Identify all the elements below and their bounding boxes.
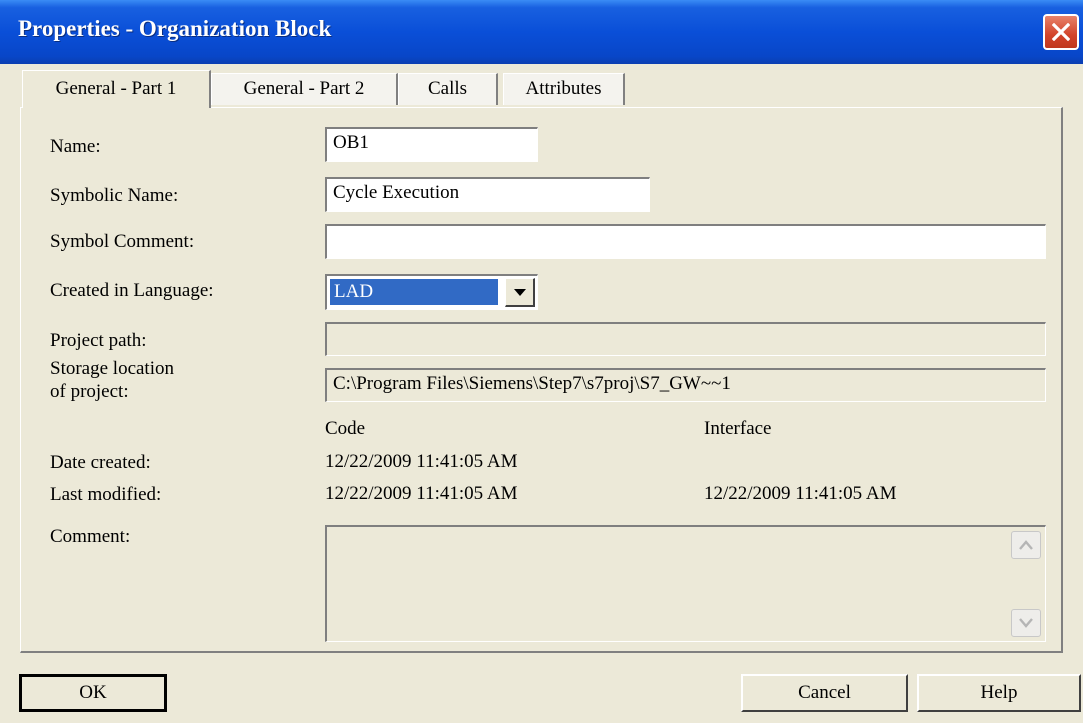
window-title: Properties - Organization Block bbox=[18, 16, 332, 41]
chevron-up-icon bbox=[1019, 540, 1033, 550]
name-label: Name: bbox=[50, 136, 101, 157]
symbolic-name-label: Symbolic Name: bbox=[50, 185, 179, 206]
scroll-down-button[interactable] bbox=[1011, 609, 1041, 637]
tab-label: Calls bbox=[427, 78, 468, 99]
tab-label: General - Part 2 bbox=[243, 78, 365, 99]
project-path-label: Project path: bbox=[50, 330, 147, 351]
project-path-field bbox=[325, 322, 1046, 356]
date-created-label: Date created: bbox=[50, 452, 151, 473]
interface-column-header: Interface bbox=[704, 418, 772, 439]
help-button[interactable]: Help bbox=[917, 674, 1081, 712]
chevron-down-icon bbox=[1019, 618, 1033, 628]
last-modified-code: 12/22/2009 11:41:05 AM bbox=[325, 483, 518, 504]
language-dropdown-button[interactable] bbox=[505, 278, 535, 307]
comment-textarea[interactable] bbox=[325, 525, 1046, 642]
tab-label: General - Part 1 bbox=[55, 78, 177, 99]
chevron-down-icon bbox=[514, 289, 526, 296]
language-selected-value: LAD bbox=[329, 278, 499, 306]
title-bar: Properties - Organization Block bbox=[0, 0, 1083, 64]
tab-general-part-1[interactable]: General - Part 1 bbox=[22, 70, 211, 108]
storage-location-label-line2: of project: bbox=[50, 381, 129, 402]
close-button[interactable] bbox=[1043, 14, 1079, 50]
tab-calls[interactable]: Calls bbox=[398, 73, 498, 105]
close-icon bbox=[1052, 23, 1070, 41]
tab-attributes[interactable]: Attributes bbox=[503, 73, 625, 105]
ok-button[interactable]: OK bbox=[19, 674, 167, 712]
storage-location-label-line1: Storage location bbox=[50, 358, 174, 379]
comment-label: Comment: bbox=[50, 526, 131, 547]
scroll-up-button[interactable] bbox=[1011, 531, 1041, 559]
date-created-code: 12/22/2009 11:41:05 AM bbox=[325, 451, 518, 472]
last-modified-interface: 12/22/2009 11:41:05 AM bbox=[704, 483, 897, 504]
language-dropdown[interactable]: LAD bbox=[325, 274, 538, 310]
symbol-comment-field[interactable] bbox=[325, 224, 1046, 259]
name-field[interactable]: OB1 bbox=[325, 127, 538, 162]
storage-location-field: C:\Program Files\Siemens\Step7\s7proj\S7… bbox=[325, 368, 1046, 402]
symbolic-name-field[interactable]: Cycle Execution bbox=[325, 177, 650, 212]
tab-general-part-2[interactable]: General - Part 2 bbox=[211, 73, 398, 105]
tab-label: Attributes bbox=[525, 78, 602, 99]
language-label: Created in Language: bbox=[50, 280, 214, 301]
code-column-header: Code bbox=[325, 418, 366, 439]
symbol-comment-label: Symbol Comment: bbox=[50, 231, 195, 252]
cancel-button[interactable]: Cancel bbox=[741, 674, 908, 712]
last-modified-label: Last modified: bbox=[50, 484, 162, 505]
